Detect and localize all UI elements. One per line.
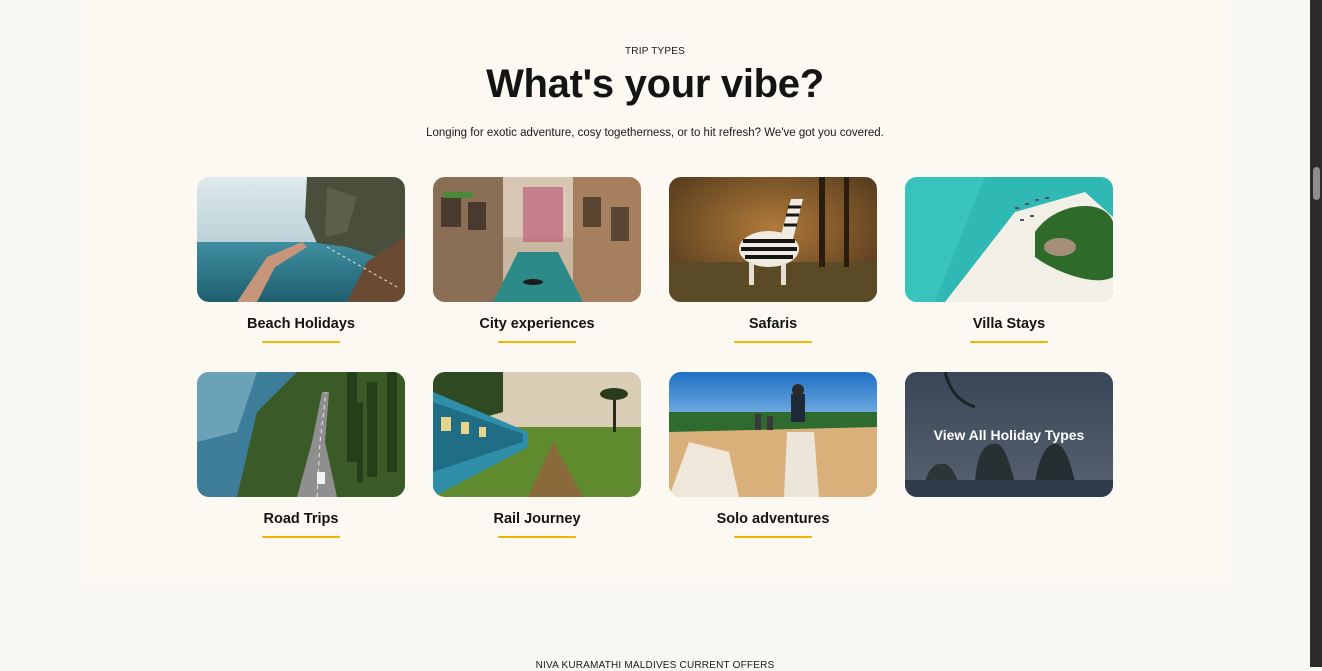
label-underline xyxy=(734,536,812,538)
trip-card-solo-adventures[interactable]: Solo adventures xyxy=(669,372,877,538)
section-title: What's your vibe? xyxy=(486,62,824,106)
solo-adventures-image xyxy=(669,372,877,497)
safaris-image xyxy=(669,177,877,302)
trip-card-beach-holidays[interactable]: Beach Holidays xyxy=(197,177,405,343)
trip-card-villa-stays[interactable]: Villa Stays xyxy=(905,177,1113,343)
label-underline xyxy=(262,536,340,538)
section-subtitle: Longing for exotic adventure, cosy toget… xyxy=(426,127,884,139)
label-underline xyxy=(498,536,576,538)
villa-stays-image xyxy=(905,177,1113,302)
trip-card-road-trips[interactable]: Road Trips xyxy=(197,372,405,538)
label-underline xyxy=(262,341,340,343)
trip-card-rail-journey[interactable]: Rail Journey xyxy=(433,372,641,538)
view-all-label: View All Holiday Types xyxy=(933,427,1085,443)
trip-card-city-experiences[interactable]: City experiences xyxy=(433,177,641,343)
trip-card-label: City experiences xyxy=(479,316,595,332)
city-experiences-image xyxy=(433,177,641,302)
scrollbar-thumb[interactable] xyxy=(1313,167,1320,200)
rail-journey-image xyxy=(433,372,641,497)
trip-card-label: Villa Stays xyxy=(972,316,1046,332)
view-all-image: View All Holiday Types xyxy=(905,372,1113,497)
road-trips-image xyxy=(197,372,405,497)
trip-card-label: Road Trips xyxy=(263,511,339,527)
page-scrollbar[interactable] xyxy=(1310,0,1322,667)
section-eyebrow: TRIP TYPES xyxy=(625,46,685,57)
trip-card-label: Safaris xyxy=(748,316,798,332)
label-underline xyxy=(498,341,576,343)
label-underline xyxy=(734,341,812,343)
trip-card-label: Beach Holidays xyxy=(247,316,355,332)
view-all-holiday-types-card[interactable]: View All Holiday Types xyxy=(905,372,1113,497)
beach-holidays-image xyxy=(197,177,405,302)
next-section-eyebrow: NIVA KURAMATHI MALDIVES CURRENT OFFERS xyxy=(535,660,775,671)
trip-card-label: Rail Journey xyxy=(493,511,581,527)
trip-card-label: Solo adventures xyxy=(716,511,830,527)
label-underline xyxy=(970,341,1048,343)
trip-card-safaris[interactable]: Safaris xyxy=(669,177,877,343)
